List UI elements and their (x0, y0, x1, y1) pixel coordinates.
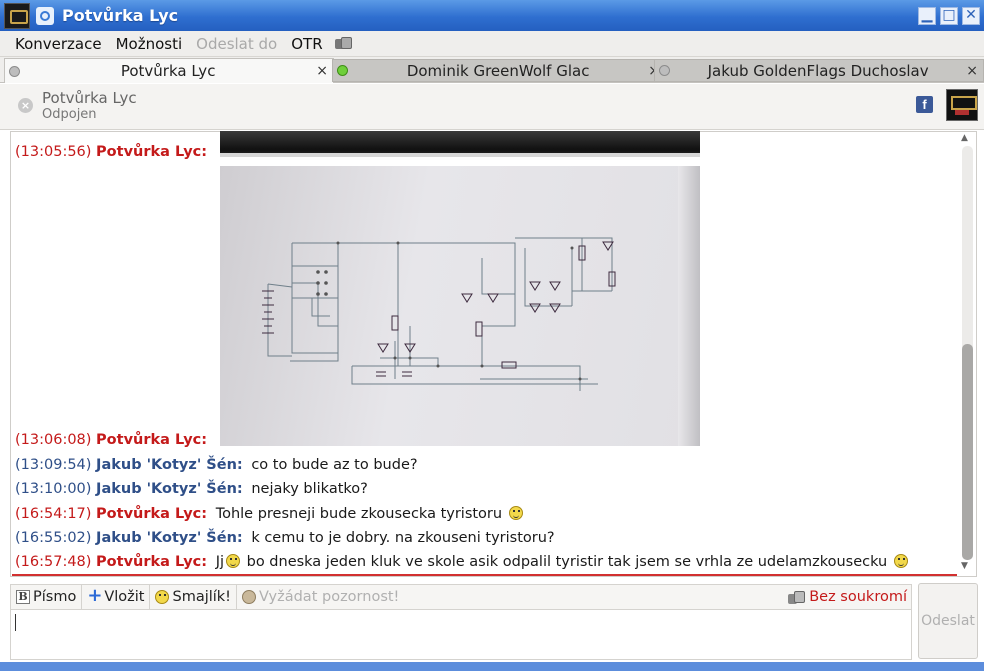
tab-potvurka-lyc[interactable]: Potvůrka Lyc × (4, 58, 334, 83)
chat-scrollbar-thumb[interactable] (962, 344, 973, 560)
close-window-icon[interactable]: ✕ (962, 6, 980, 25)
conversation-tabs: Potvůrka Lyc × Dominik GreenWolf Glac × … (0, 57, 984, 83)
send-button: Odeslat (918, 583, 978, 659)
contact-header: × Potvůrka Lyc Odpojen (0, 84, 984, 130)
message-timestamp: (13:05:56) (15, 144, 92, 160)
offline-status-icon (9, 65, 20, 77)
facebook-icon[interactable]: f (916, 96, 933, 113)
input-toolbar: B Písmo + Vložit Smajlík! Vyžádat pozorn… (10, 584, 912, 610)
minimize-icon[interactable]: ▁ (918, 6, 936, 25)
privacy-status-label: Bez soukromí (809, 589, 907, 605)
message-text: bo dneska jeden kluk ve skole asik odpal… (246, 554, 888, 570)
message-text: Tohle presneji bude zkousecka tyristoru (215, 506, 503, 522)
message-sender: Potvůrka Lyc: (96, 554, 208, 570)
message-timestamp: (13:09:54) (15, 457, 92, 473)
window-title: Potvůrka Lyc (62, 6, 179, 25)
conversation-icon (36, 6, 54, 25)
shared-image-partial[interactable] (220, 131, 700, 157)
smiley-button-label: Smajlík! (172, 589, 231, 605)
offline-status-icon: × (18, 98, 33, 113)
font-button[interactable]: B Písmo (11, 585, 83, 609)
message-sender: Potvůrka Lyc: (96, 144, 208, 160)
tab-jakub-goldenflags-duchoslav[interactable]: Jakub GoldenFlags Duchoslav × (654, 59, 984, 82)
menu-otr[interactable]: OTR (284, 35, 329, 53)
contact-name: Potvůrka Lyc (42, 89, 137, 107)
chat-message: (16:57:48) Potvůrka Lyc: Jj bo dneska je… (15, 554, 910, 570)
message-timestamp: (13:06:08) (15, 432, 92, 448)
tab-label: Potvůrka Lyc (120, 62, 216, 80)
schematic-drawing (262, 237, 616, 391)
attention-button-label: Vyžádat pozornost! (259, 589, 400, 605)
maximize-icon[interactable]: □ (940, 6, 958, 25)
chat-message: (13:10:00) Jakub 'Kotyz' Šén: nejaky bli… (15, 481, 368, 497)
scroll-up-arrow-icon[interactable]: ▲ (961, 133, 968, 143)
window-bottom-border (0, 662, 984, 671)
attention-button: Vyžádat pozornost! (237, 585, 404, 609)
chat-message: (13:06:08) Potvůrka Lyc: (15, 432, 211, 448)
plus-icon: + (87, 585, 103, 606)
chat-divider (12, 574, 957, 576)
chat-message: (16:54:17) Potvůrka Lyc: Tohle presneji … (15, 506, 525, 522)
tab-label: Jakub GoldenFlags Duchoslav (707, 61, 929, 80)
tab-close-icon[interactable]: × (316, 63, 328, 79)
message-timestamp: (16:57:48) (15, 554, 92, 570)
font-icon: B (16, 590, 30, 604)
scroll-down-arrow-icon[interactable]: ▼ (961, 561, 968, 571)
smiley-icon (226, 554, 240, 568)
chat-message: (16:55:02) Jakub 'Kotyz' Šén: k cemu to … (15, 530, 555, 546)
menu-bar: Konverzace Možnosti Odeslat do OTR (0, 31, 984, 57)
message-sender: Jakub 'Kotyz' Šén: (96, 457, 243, 473)
menu-send-to: Odeslat do (196, 34, 278, 53)
message-timestamp: (16:55:02) (15, 530, 92, 546)
message-sender: Jakub 'Kotyz' Šén: (96, 530, 243, 546)
insert-button[interactable]: + Vložit (82, 585, 151, 609)
smiley-button[interactable]: Smajlík! (150, 585, 237, 609)
message-sender: Potvůrka Lyc: (96, 432, 208, 448)
message-text-prefix: Jj (215, 554, 224, 570)
privacy-status-button[interactable]: Bez soukromí (788, 589, 911, 605)
menu-conversation[interactable]: Konverzace (8, 35, 109, 53)
smiley-icon (155, 590, 170, 604)
contact-avatar[interactable] (946, 89, 978, 121)
app-icon[interactable] (4, 2, 30, 29)
chat-message: (13:05:56) Potvůrka Lyc: (15, 144, 211, 160)
message-input[interactable] (10, 610, 912, 660)
tab-label: Dominik GreenWolf Glac (406, 61, 590, 80)
message-text: nejaky blikatko? (251, 481, 368, 497)
message-timestamp: (13:10:00) (15, 481, 92, 497)
smiley-icon (508, 506, 523, 520)
attention-icon (242, 590, 256, 604)
message-text: k cemu to je dobry. na zkouseni tyristor… (251, 530, 555, 546)
font-button-label: Písmo (33, 589, 77, 605)
insert-button-label: Vložit (104, 589, 145, 605)
message-timestamp: (16:54:17) (15, 506, 92, 522)
otr-privacy-icon[interactable] (334, 36, 352, 52)
shared-image-schematic[interactable] (220, 166, 700, 446)
otr-privacy-icon (788, 590, 806, 605)
online-status-icon (337, 65, 348, 76)
message-text: co to bude az to bude? (251, 457, 418, 473)
smiley-icon (893, 554, 908, 568)
tab-close-icon[interactable]: × (966, 63, 978, 79)
chat-message: (13:09:54) Jakub 'Kotyz' Šén: co to bude… (15, 457, 418, 473)
contact-status: Odpojen (42, 107, 97, 122)
offline-status-icon (659, 65, 670, 76)
message-sender: Jakub 'Kotyz' Šén: (96, 481, 243, 497)
text-caret (15, 614, 16, 631)
title-bar[interactable]: Potvůrka Lyc ▁ □ ✕ (0, 0, 984, 31)
message-sender: Potvůrka Lyc: (96, 506, 208, 522)
tab-dominik-greenwolf-glac[interactable]: Dominik GreenWolf Glac × (332, 59, 666, 82)
menu-options[interactable]: Možnosti (109, 35, 190, 53)
